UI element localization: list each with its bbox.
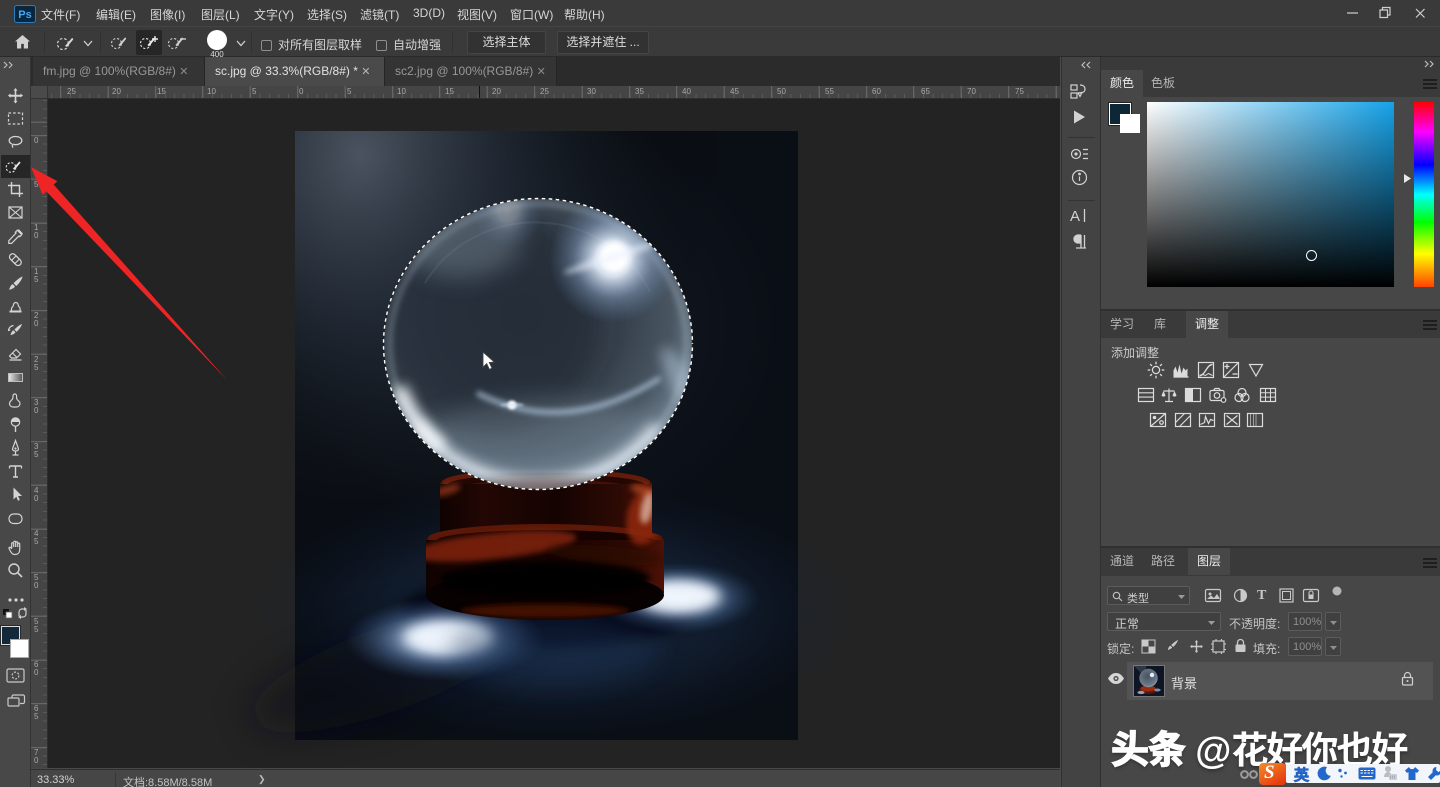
svg-text:A: A <box>1070 208 1080 225</box>
